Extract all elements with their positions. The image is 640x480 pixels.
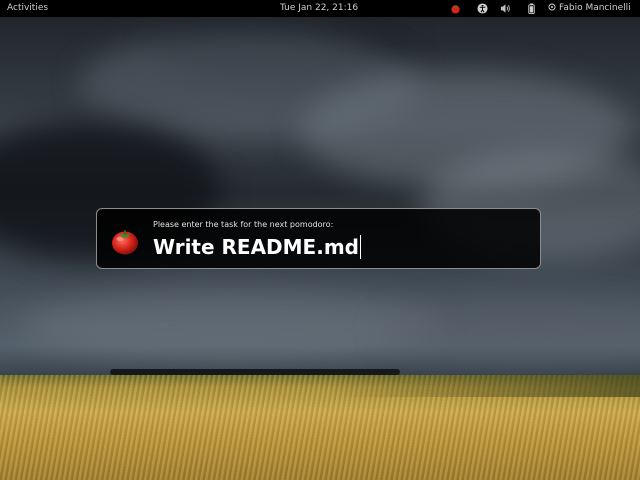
task-input-value: Write README.md (153, 235, 359, 259)
cloud (380, 300, 640, 360)
clock-menu[interactable]: Tue Jan 22, 21:16 (280, 3, 358, 13)
task-prompt-label: Please enter the task for the next pomod… (153, 220, 334, 229)
activities-button[interactable]: Activities (7, 3, 48, 13)
top-bar: Activities Tue Jan 22, 21:16 Fabio Manci… (0, 0, 640, 17)
battery-icon[interactable] (526, 3, 537, 14)
cloud (20, 290, 440, 360)
wheat-field (0, 375, 640, 480)
tomato-icon[interactable] (450, 3, 461, 14)
text-cursor (359, 235, 361, 259)
tomato-icon (112, 230, 138, 255)
user-menu[interactable]: Fabio Mancinelli (548, 3, 631, 13)
user-name: Fabio Mancinelli (559, 3, 631, 13)
pomodoro-task-dialog: Please enter the task for the next pomod… (96, 208, 541, 269)
accessibility-icon[interactable] (477, 3, 488, 14)
task-input[interactable]: Write README.md (153, 232, 523, 262)
user-status-icon (548, 3, 556, 11)
volume-icon[interactable] (500, 3, 511, 14)
